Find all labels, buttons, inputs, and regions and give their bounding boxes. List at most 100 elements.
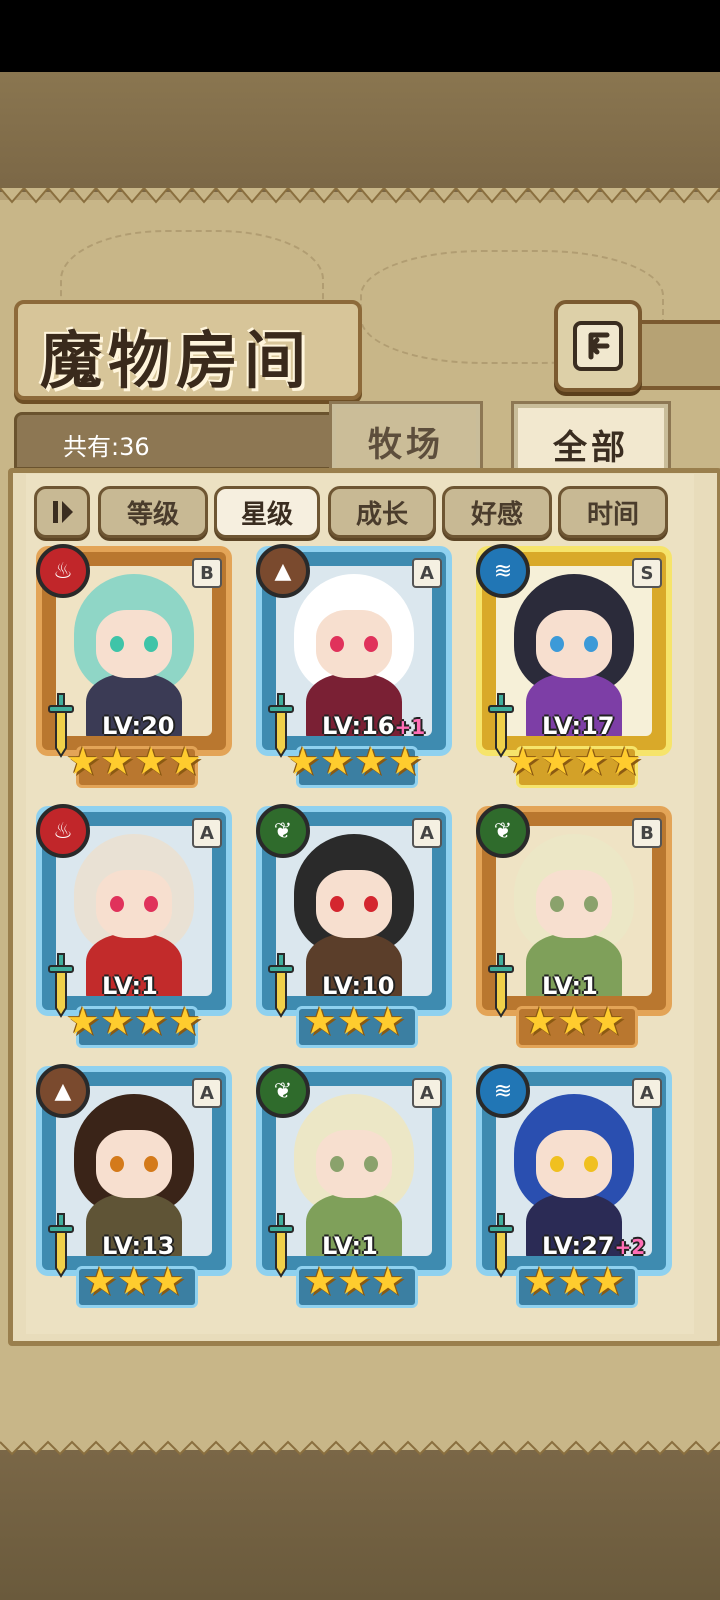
tab-ranch[interactable]: 牧场 <box>329 401 483 481</box>
rank-badge: A <box>192 818 222 848</box>
star-icon: ★ <box>556 1259 592 1303</box>
level-label: LV:1 <box>322 1232 378 1260</box>
level-label: LV:10 <box>322 972 394 1000</box>
monster-card[interactable]: ❦ B LV:1 ★ ★ ★ <box>476 804 672 1048</box>
card-frame: ▲ A LV:16+1 <box>256 544 452 758</box>
filter-level[interactable]: 等级 <box>98 486 208 538</box>
star-icon: ★ <box>354 739 389 783</box>
sort-toggle-icon <box>53 501 73 523</box>
sort-order-toggle[interactable] <box>34 486 90 538</box>
card-frame: ≋ A LV:27+2 <box>476 1064 672 1278</box>
star-icon: ★ <box>319 739 354 783</box>
back-button[interactable] <box>554 300 642 392</box>
level-value: LV:27 <box>542 1232 615 1260</box>
earth-icon: ▲ <box>36 1064 90 1118</box>
level-label: LV:20 <box>102 712 174 740</box>
star-rating: ★ ★ ★ ★ <box>36 1002 232 1040</box>
star-icon: ★ <box>151 1259 186 1303</box>
star-icon: ★ <box>285 739 320 783</box>
status-bar <box>0 0 720 72</box>
star-icon: ★ <box>371 1259 406 1303</box>
star-rating: ★ ★ ★ <box>476 1262 672 1300</box>
star-icon: ★ <box>336 999 372 1043</box>
monster-card[interactable]: ♨ A LV:1 ★ ★ ★ ★ <box>36 804 232 1048</box>
star-icon: ★ <box>371 999 406 1043</box>
monster-card[interactable]: ▲ A LV:13 ★ ★ ★ <box>36 1064 232 1308</box>
star-icon: ★ <box>134 999 169 1043</box>
monster-card[interactable]: ♨ B LV:20 ★ ★ ★ ★ <box>36 544 232 788</box>
card-frame: ❦ B LV:1 <box>476 804 672 1018</box>
level-value: LV:1 <box>102 972 158 1000</box>
level-label: LV:16+1 <box>322 712 425 740</box>
rank-badge: A <box>632 1078 662 1108</box>
monster-card[interactable]: ≋ S LV:17 ★ ★ ★ ★ <box>476 544 672 788</box>
filter-growth[interactable]: 成长 <box>328 486 436 538</box>
star-icon: ★ <box>388 739 423 783</box>
wood-icon: ❦ <box>256 804 310 858</box>
star-rating: ★ ★ ★ <box>256 1262 452 1300</box>
return-arrow-icon <box>573 321 623 371</box>
star-icon: ★ <box>505 739 540 783</box>
monster-card[interactable]: ❦ A LV:1 ★ ★ ★ <box>256 1064 452 1308</box>
rank-badge: B <box>192 558 222 588</box>
star-rating: ★ ★ ★ ★ <box>476 742 672 780</box>
monster-card[interactable]: ❦ A LV:10 ★ ★ ★ <box>256 804 452 1048</box>
level-label: LV:27+2 <box>542 1232 645 1260</box>
torn-edge-top <box>0 188 720 204</box>
rank-badge: A <box>412 558 442 588</box>
star-icon: ★ <box>116 1259 152 1303</box>
level-value: LV:1 <box>322 1232 378 1260</box>
earth-icon: ▲ <box>256 544 310 598</box>
filter-time[interactable]: 时间 <box>558 486 668 538</box>
level-label: LV:1 <box>102 972 158 1000</box>
torn-edge-bottom <box>0 1440 720 1456</box>
level-value: LV:13 <box>102 1232 175 1260</box>
rank-badge: B <box>632 818 662 848</box>
fire-icon: ♨ <box>36 804 90 858</box>
star-icon: ★ <box>99 739 134 783</box>
star-icon: ★ <box>99 999 134 1043</box>
monster-count: 共有:36 <box>63 433 150 461</box>
star-icon: ★ <box>522 1259 557 1303</box>
filter-affection[interactable]: 好感 <box>442 486 552 538</box>
water-icon: ≋ <box>476 1064 530 1118</box>
level-value: LV:16 <box>322 712 395 740</box>
rank-badge: A <box>192 1078 222 1108</box>
level-value: LV:10 <box>322 972 395 1000</box>
level-value: LV:17 <box>542 712 615 740</box>
star-icon: ★ <box>168 999 203 1043</box>
star-icon: ★ <box>522 999 557 1043</box>
card-frame: ♨ A LV:1 <box>36 804 232 1018</box>
card-frame: ❦ A LV:10 <box>256 804 452 1018</box>
star-icon: ★ <box>591 999 626 1043</box>
star-icon: ★ <box>168 739 203 783</box>
monster-card[interactable]: ≋ A LV:27+2 ★ ★ ★ <box>476 1064 672 1308</box>
level-label: LV:13 <box>102 1232 174 1260</box>
star-icon: ★ <box>608 739 643 783</box>
level-bonus: +2 <box>614 1235 646 1259</box>
star-rating: ★ ★ ★ <box>36 1262 232 1300</box>
level-bonus: +1 <box>394 715 426 739</box>
card-frame: ❦ A LV:1 <box>256 1064 452 1278</box>
monster-card[interactable]: ▲ A LV:16+1 ★ ★ ★ ★ <box>256 544 452 788</box>
rank-badge: S <box>632 558 662 588</box>
level-value: LV:1 <box>542 972 598 1000</box>
card-frame: ▲ A LV:13 <box>36 1064 232 1278</box>
star-rating: ★ ★ ★ <box>476 1002 672 1040</box>
monster-count-bar: 共有:36 <box>14 412 340 470</box>
rank-badge: A <box>412 1078 442 1108</box>
star-icon: ★ <box>539 739 574 783</box>
filter-stars[interactable]: 星级 <box>214 486 320 538</box>
star-icon: ★ <box>82 1259 117 1303</box>
star-icon: ★ <box>134 739 169 783</box>
card-frame: ≋ S LV:17 <box>476 544 672 758</box>
star-icon: ★ <box>65 999 100 1043</box>
level-label: LV:17 <box>542 712 614 740</box>
rank-badge: A <box>412 818 442 848</box>
level-value: LV:20 <box>102 712 175 740</box>
star-icon: ★ <box>302 999 337 1043</box>
bottom-map-strip <box>0 1450 720 1600</box>
wood-icon: ❦ <box>476 804 530 858</box>
star-rating: ★ ★ ★ <box>256 1002 452 1040</box>
page-title: 魔物房间 <box>40 324 313 397</box>
